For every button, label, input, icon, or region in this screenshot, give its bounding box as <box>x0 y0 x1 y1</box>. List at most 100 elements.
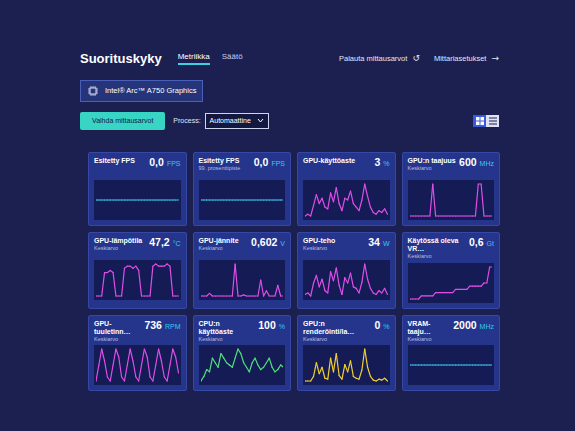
chart-segment <box>348 273 351 283</box>
chart-segment <box>489 365 492 366</box>
card-header: GPU-lämpötilaKeskiarvo47,2°C <box>94 237 181 257</box>
view-button[interactable] <box>486 115 499 127</box>
metric-card[interactable]: Esitetty FPS0,0FPS <box>88 152 187 226</box>
chart-segment <box>486 267 489 283</box>
card-value: 0% <box>374 320 389 331</box>
chart-segment <box>333 268 336 281</box>
chart-segment <box>116 349 119 357</box>
unit-text: % <box>279 323 285 330</box>
chart-segment <box>322 279 325 290</box>
card-title: VRAM-taaju… <box>408 320 451 336</box>
chart-segment <box>150 266 153 296</box>
chart-segment <box>212 359 215 364</box>
card-subtitle: Keskiarvo <box>408 336 451 343</box>
line-chart <box>96 180 179 220</box>
chart-segment <box>161 361 164 377</box>
line-chart <box>96 260 179 300</box>
header-action[interactable]: Mittariasetukset → <box>434 52 499 66</box>
chart-segment <box>240 354 243 363</box>
chart <box>303 345 390 385</box>
metrics-grid: Esitetty FPS0,0FPSEsitetty FPS99. prosen… <box>88 152 500 391</box>
metric-card[interactable]: GPU-tuuletinn…Keskiarvo736RPM <box>88 315 187 392</box>
list-icon <box>489 117 497 125</box>
chart-segment <box>142 349 145 365</box>
metric-card[interactable]: Käytössä oleva VR…Keskiarvo0,6Gt <box>402 232 501 309</box>
action-icon[interactable]: ↺ <box>412 52 420 66</box>
metric-card[interactable]: GPU-jänniteKeskiarvo0,602V <box>193 232 292 309</box>
unit-text: V <box>280 240 285 247</box>
chart-segment <box>130 349 133 361</box>
chart-segment <box>359 282 362 293</box>
chart-segment <box>339 285 342 294</box>
chart-segment <box>235 349 238 358</box>
card-value: 2000MHz <box>453 320 494 331</box>
unit-text: MHz <box>480 160 494 167</box>
card-titles: GPU:n taajuusKeskiarvo <box>408 157 456 172</box>
chart-segment <box>365 264 368 279</box>
chart-segment <box>370 207 373 212</box>
card-title: GPU:n renderöinti/la… <box>303 320 371 336</box>
card-header: GPU:n renderöinti/la…Keskiarvo0% <box>303 320 390 343</box>
metric-card[interactable]: GPU:n taajuusKeskiarvo600MHz <box>402 152 501 226</box>
card-title: GPU-jännite <box>199 237 239 245</box>
chart-segment <box>432 184 435 216</box>
card-value: 0,0FPS <box>149 157 180 168</box>
card-title: GPU:n taajuus <box>408 157 456 165</box>
value-text: 736 <box>144 320 162 331</box>
chart-segment <box>266 291 269 296</box>
chart <box>94 260 181 300</box>
chart-segment <box>359 370 362 379</box>
chart-segment <box>280 295 283 296</box>
line-chart <box>201 260 284 300</box>
chart-segment <box>167 365 170 381</box>
chart-segment <box>331 193 334 202</box>
chart-segment <box>113 349 116 365</box>
tab[interactable]: Metriikka <box>178 53 210 65</box>
card-title: Esitetty FPS <box>199 157 241 165</box>
action-label[interactable]: Palauta mittausarvot <box>339 53 407 64</box>
gpu-name[interactable]: Intel® Arc™ A750 Graphics <box>105 85 196 96</box>
value-text: 0,602 <box>251 237 277 248</box>
header-action[interactable]: Palauta mittausarvot ↺ <box>339 52 420 66</box>
metric-card[interactable]: GPU:n renderöinti/la…Keskiarvo0% <box>297 315 396 392</box>
process-value[interactable]: Automaattine <box>210 116 251 127</box>
chart-segment <box>319 279 322 287</box>
card-value: 0,0FPS <box>254 157 285 168</box>
process-dropdown[interactable]: Automaattine <box>205 113 269 130</box>
metric-card[interactable]: CPU:n käyttöasteKeskiarvo100% <box>193 315 292 392</box>
tab[interactable]: Säätö <box>222 53 243 65</box>
chart-segment <box>362 264 365 282</box>
metric-card[interactable]: GPU-tehoKeskiarvo34W <box>297 232 396 309</box>
chart-segment <box>99 349 102 365</box>
chart-segment <box>280 365 283 367</box>
chart-segment <box>385 288 388 294</box>
chart-segment <box>133 361 136 377</box>
chart-segment <box>220 354 223 359</box>
metric-card[interactable]: VRAM-taaju…Keskiarvo2000MHz <box>402 315 501 392</box>
metric-card[interactable]: GPU-käyttöaste3% <box>297 152 396 226</box>
unit-text: MHz <box>480 323 494 330</box>
chart-segment <box>351 273 354 287</box>
chart-segment <box>376 211 379 215</box>
action-icon[interactable]: → <box>491 52 499 66</box>
unit-text: °C <box>173 240 181 247</box>
view-button[interactable] <box>473 115 486 127</box>
chart-segment <box>147 357 150 377</box>
chart-segment <box>280 199 283 200</box>
chart-segment <box>232 359 235 368</box>
chart-segment <box>328 359 331 380</box>
card-header: Esitetty FPS99. prosenttipiste0,0FPS <box>199 157 286 177</box>
change-metrics-button[interactable]: Vaihda mittausarvot <box>80 112 165 131</box>
chart-segment <box>331 359 334 373</box>
action-label[interactable]: Mittariasetukset <box>434 53 487 64</box>
metric-card[interactable]: GPU-lämpötilaKeskiarvo47,2°C <box>88 232 187 309</box>
chart-segment <box>348 361 351 372</box>
unit-text: Gt <box>487 240 494 247</box>
chart-segment <box>368 368 371 377</box>
gpu-selector[interactable]: Intel® Arc™ A750 Graphics <box>80 80 203 102</box>
chart-segment <box>452 289 455 292</box>
metric-card[interactable]: Esitetty FPS99. prosenttipiste0,0FPS <box>193 152 292 226</box>
chart-segment <box>345 365 348 372</box>
chart-segment <box>243 363 246 368</box>
chart-segment <box>385 379 388 382</box>
